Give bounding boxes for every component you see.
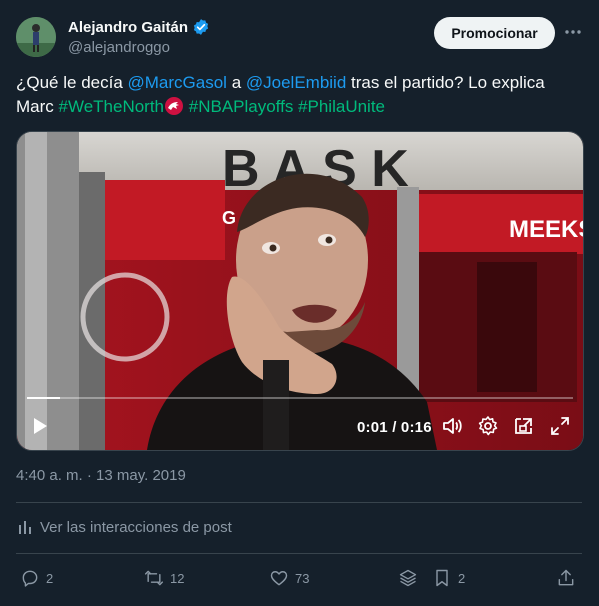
video-controls: 0:01 / 0:16	[17, 411, 583, 443]
volume-icon[interactable]	[441, 415, 463, 437]
bookmark-count: 2	[458, 570, 466, 586]
analytics-label: Ver las interacciones de post	[40, 518, 232, 536]
divider	[16, 553, 582, 554]
raptors-logo-icon	[164, 96, 184, 116]
locker-nameplate-text: MEEKS	[509, 216, 583, 243]
tweet-text-segment: ¿Qué le decía	[16, 73, 128, 92]
verified-badge-icon	[192, 18, 210, 36]
hashtag-link[interactable]: #NBAPlayoffs	[189, 97, 294, 116]
author-name-row: Alejandro Gaitán	[68, 18, 210, 36]
like-button[interactable]: 73	[269, 568, 309, 588]
mention-link[interactable]: @MarcGasol	[128, 73, 227, 92]
picture-in-picture-icon[interactable]	[513, 415, 535, 437]
reply-count: 2	[46, 570, 54, 586]
tweet-post: Alejandro Gaitán @alejandroggo Promocion…	[0, 0, 599, 606]
play-icon[interactable]	[29, 415, 51, 437]
collections-button[interactable]	[398, 568, 418, 588]
like-count: 73	[295, 570, 310, 586]
share-button[interactable]	[556, 568, 576, 588]
analytics-bars-icon	[19, 521, 31, 534]
video-frame: B A S K G MEEKS	[17, 132, 583, 450]
hashtag-link[interactable]: #PhilaUnite	[298, 97, 385, 116]
action-bar: 2 12 73 2	[16, 568, 582, 592]
locker-nameplate-text: G	[222, 208, 236, 228]
bookmark-icon	[436, 569, 448, 587]
retweet-button[interactable]: 12	[144, 568, 184, 588]
video-time: 0:01 / 0:16	[357, 419, 432, 436]
bookmark-button[interactable]: 2	[432, 568, 465, 588]
promote-button[interactable]: Promocionar	[434, 17, 555, 49]
reply-button[interactable]: 2	[20, 568, 53, 588]
author-display-name[interactable]: Alejandro Gaitán	[68, 19, 188, 36]
author-handle[interactable]: @alejandroggo	[68, 39, 170, 56]
retweet-icon	[144, 570, 164, 586]
heart-icon	[270, 571, 288, 586]
author-avatar[interactable]	[16, 17, 56, 57]
settings-gear-icon[interactable]	[477, 415, 499, 437]
divider	[16, 502, 582, 503]
share-icon	[558, 569, 574, 586]
post-timestamp[interactable]: 4:40 a. m. · 13 may. 2019	[16, 467, 186, 484]
video-progress-bar[interactable]	[27, 397, 573, 399]
mention-link[interactable]: @JoelEmbiid	[246, 73, 346, 92]
retweet-count: 12	[170, 570, 185, 586]
reply-icon	[22, 570, 38, 587]
video-progress-fill	[27, 397, 60, 399]
view-post-engagements-link[interactable]: Ver las interacciones de post	[16, 518, 232, 536]
tweet-text-segment: a	[226, 73, 246, 92]
more-options-icon[interactable]	[563, 22, 583, 42]
fullscreen-icon[interactable]	[549, 415, 571, 437]
stacked-layers-icon	[399, 569, 417, 587]
hashtag-link[interactable]: #WeTheNorth	[59, 97, 165, 116]
video-player[interactable]: B A S K G MEEKS	[16, 131, 584, 451]
tweet-text: ¿Qué le decía @MarcGasol a @JoelEmbiid t…	[16, 71, 576, 119]
